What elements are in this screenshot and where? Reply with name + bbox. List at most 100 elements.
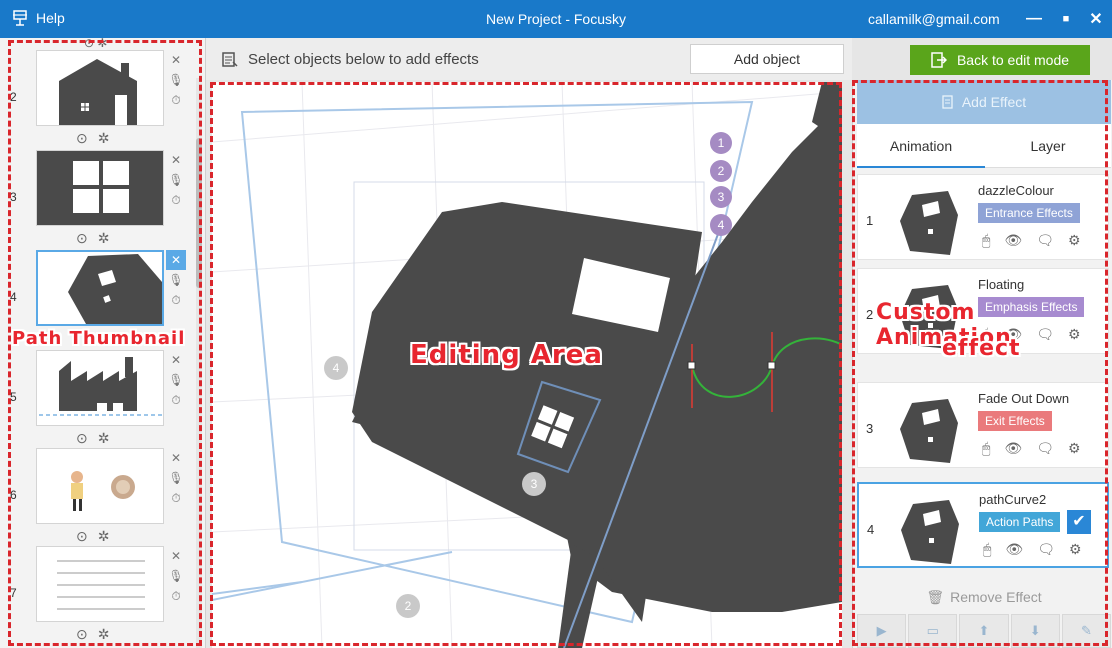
scroll-thumb[interactable] — [196, 138, 202, 288]
path-badge[interactable]: 3 — [710, 186, 732, 208]
play-icon[interactable]: ⊙ — [76, 430, 88, 447]
frame-marker[interactable]: 2 — [396, 594, 420, 618]
maximize-button[interactable]: ■ — [1052, 6, 1080, 32]
settings-icon[interactable]: ⚙ — [1068, 440, 1081, 457]
path-item[interactable]: 7 ✕ 🎙 ⏱ ⊙ ✲ — [10, 546, 190, 646]
effect-type-tag[interactable]: Entrance Effects — [978, 203, 1080, 223]
mic-icon[interactable]: 🎙 — [166, 566, 186, 586]
mouse-icon[interactable]: 🖱 — [982, 440, 990, 457]
mouse-icon[interactable]: 🖱 — [983, 541, 991, 558]
frame-marker[interactable]: 3 — [522, 472, 546, 496]
path-item[interactable]: 3 ✕ 🎙 ⏱ ⊙ ✲ — [10, 150, 190, 250]
focusky-window: Help New Project - Focusky callamilk@gma… — [0, 0, 1112, 648]
remove-effect-button[interactable]: 🗑 Remove Effect — [857, 582, 1111, 612]
mouse-icon[interactable]: 🖱 — [982, 232, 990, 249]
back-to-edit-button[interactable]: Back to edit mode — [910, 45, 1090, 75]
effect-item[interactable]: 1 dazzleColour Entrance Effects 🖱 👁 🗨 ⚙ — [857, 174, 1109, 260]
mic-icon[interactable]: 🎙 — [166, 170, 186, 190]
effect-name: dazzleColour — [978, 183, 1054, 198]
timer-icon[interactable]: ⏱ — [166, 586, 186, 606]
play-icon[interactable]: ⊙ — [76, 626, 88, 643]
mic-icon[interactable]: 🎙 — [166, 270, 186, 290]
check-icon[interactable]: ✔ — [1067, 510, 1091, 534]
tab-animation[interactable]: Animation — [857, 124, 985, 168]
close-button[interactable]: ✕ — [1082, 6, 1110, 32]
play-icon[interactable]: ⊙ ✲ — [84, 38, 107, 50]
minimize-button[interactable]: — — [1020, 6, 1048, 32]
path-item[interactable]: 2 ✕ 🎙 ⏱ ⊙ ✲ — [10, 50, 190, 150]
effect-number: 3 — [866, 421, 874, 436]
mic-icon[interactable]: 🎙 — [166, 370, 186, 390]
close-icon[interactable]: ✕ — [166, 250, 186, 270]
tab-layer[interactable]: Layer — [985, 124, 1111, 168]
close-icon[interactable]: ✕ — [166, 546, 186, 566]
mic-icon[interactable]: 🎙 — [166, 70, 186, 90]
add-effect-icon — [942, 95, 953, 109]
settings-icon[interactable]: ⚙ — [1069, 541, 1082, 558]
path-badge[interactable]: 4 — [710, 214, 732, 236]
eye-icon[interactable]: 👁 — [1004, 440, 1022, 457]
title-bar: Help New Project - Focusky callamilk@gma… — [0, 0, 1112, 38]
arrow-down-icon[interactable]: ⬇ — [1010, 614, 1060, 648]
path-number: 5 — [10, 390, 17, 404]
timer-icon[interactable]: ⏱ — [166, 90, 186, 110]
effect-number: 4 — [867, 522, 875, 537]
path-thumbnail[interactable] — [36, 50, 164, 126]
comment-icon[interactable]: 🗨 — [1036, 440, 1054, 457]
left-scrollbar[interactable] — [196, 78, 202, 648]
path-thumbnail[interactable] — [36, 250, 164, 326]
play-icon[interactable]: ⊙ — [76, 528, 88, 545]
timer-icon[interactable]: ⏱ — [166, 190, 186, 210]
effect-item-selected[interactable]: 4 pathCurve2 Action Paths ✔ 🖱 👁 🗨 ⚙ — [857, 482, 1109, 568]
add-effect-button[interactable]: Add Effect — [857, 80, 1111, 124]
path-number: 3 — [10, 190, 17, 204]
close-icon[interactable]: ✕ — [166, 350, 186, 370]
timer-icon[interactable]: ⏱ — [166, 390, 186, 410]
arrow-up-icon[interactable]: ⬆ — [959, 614, 1009, 648]
path-thumbnail[interactable] — [36, 150, 164, 226]
path-badge[interactable]: 1 — [710, 132, 732, 154]
gear-icon[interactable]: ✲ — [98, 626, 110, 643]
brush-icon[interactable]: ✎ — [1061, 614, 1112, 648]
account-email[interactable]: callamilk@gmail.com — [868, 11, 1000, 27]
gear-icon[interactable]: ✲ — [98, 130, 110, 147]
add-effect-label[interactable]: Add Effect — [962, 94, 1026, 110]
present-icon[interactable]: ▭ — [908, 614, 958, 648]
effect-name: pathCurve2 — [979, 492, 1047, 507]
effect-type-tag[interactable]: Exit Effects — [978, 411, 1052, 431]
timer-icon[interactable]: ⏱ — [166, 488, 186, 508]
list-icon — [222, 51, 238, 67]
gear-icon[interactable]: ✲ — [98, 430, 110, 447]
gear-icon[interactable]: ✲ — [98, 528, 110, 545]
effect-name: Fade Out Down — [978, 391, 1070, 406]
timer-icon[interactable]: ⏱ — [166, 290, 186, 310]
back-to-edit-label[interactable]: Back to edit mode — [957, 52, 1069, 68]
eye-icon[interactable]: 👁 — [1005, 541, 1023, 558]
path-item[interactable]: 6 ✕ 🎙 ⏱ ⊙ ✲ — [10, 448, 190, 548]
close-icon[interactable]: ✕ — [166, 448, 186, 468]
close-icon[interactable]: ✕ — [166, 150, 186, 170]
play-icon[interactable]: ⊙ — [76, 130, 88, 147]
path-item[interactable]: 5 ✕ 🎙 ⏱ ⊙ ✲ — [10, 350, 190, 450]
path-thumbnail[interactable] — [36, 448, 164, 524]
play-icon[interactable]: ⊙ — [76, 230, 88, 247]
remove-effect-label[interactable]: Remove Effect — [950, 589, 1042, 605]
frame-marker[interactable]: 4 — [324, 356, 348, 380]
mic-icon[interactable]: 🎙 — [166, 468, 186, 488]
path-badge[interactable]: 2 — [710, 160, 732, 182]
close-icon[interactable]: ✕ — [166, 50, 186, 70]
path-thumbnail[interactable] — [36, 546, 164, 622]
settings-icon[interactable]: ⚙ — [1068, 232, 1081, 249]
play-icon[interactable]: ▶ — [857, 614, 907, 648]
effect-tabs: Animation Layer — [857, 124, 1111, 168]
comment-icon[interactable]: 🗨 — [1036, 232, 1054, 249]
effect-number: 1 — [866, 213, 874, 228]
path-thumbnail[interactable] — [36, 350, 164, 426]
effect-item[interactable]: 3 Fade Out Down Exit Effects 🖱 👁 🗨 ⚙ — [857, 382, 1109, 468]
toolbar-hint: Select objects below to add effects — [248, 51, 479, 68]
comment-icon[interactable]: 🗨 — [1037, 541, 1055, 558]
effect-type-tag[interactable]: Action Paths — [979, 512, 1061, 532]
add-object-button[interactable]: Add object — [690, 44, 844, 74]
gear-icon[interactable]: ✲ — [98, 230, 110, 247]
eye-icon[interactable]: 👁 — [1004, 232, 1022, 249]
